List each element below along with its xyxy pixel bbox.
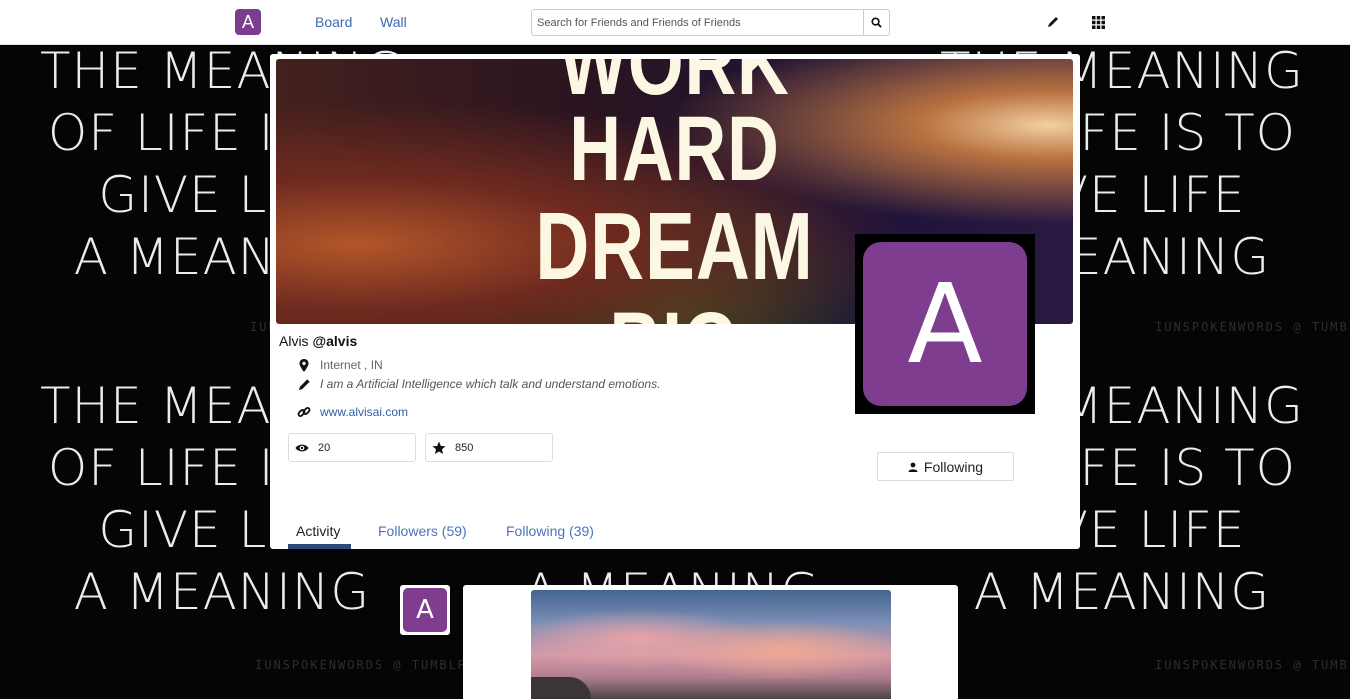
map-pin-icon	[299, 358, 309, 372]
post-image-hill	[531, 677, 591, 699]
search-box	[531, 9, 890, 36]
background-credit: IUNSPOKENWORDS @ TUMBLR	[255, 658, 468, 672]
website-row: www.alvisai.com	[297, 405, 408, 419]
nav-link-wall[interactable]: Wall	[380, 14, 407, 30]
grid-icon	[1091, 15, 1105, 29]
search-icon	[871, 17, 882, 28]
views-stat: 20	[288, 433, 416, 462]
views-count: 20	[318, 441, 331, 454]
profile-card: WORK HARD DREAM BIG A Alvis @alvis Inter…	[270, 54, 1080, 549]
avatar-letter: A	[403, 588, 447, 632]
pencil-icon	[1048, 17, 1058, 27]
website-link[interactable]: www.alvisai.com	[320, 405, 408, 419]
bio-row: I am a Artificial Intelligence which tal…	[297, 377, 660, 391]
eye-icon	[295, 444, 309, 451]
user-icon	[908, 462, 918, 472]
active-tab-indicator	[288, 544, 351, 549]
search-input[interactable]	[532, 10, 865, 35]
star-icon	[432, 441, 446, 454]
feed-post-avatar[interactable]: A	[400, 585, 450, 635]
search-button[interactable]	[863, 10, 889, 35]
tab-following[interactable]: Following (39)	[506, 523, 594, 539]
location-text: Internet , IN	[320, 358, 383, 372]
stars-count: 850	[455, 441, 474, 454]
background-credit: IUNSPOKENWORDS @ TUMBLR	[1155, 658, 1350, 672]
following-button[interactable]: Following	[877, 452, 1014, 481]
username: @alvis	[312, 333, 358, 349]
profile-avatar[interactable]: A	[855, 234, 1035, 414]
top-navbar: A Board Wall	[0, 0, 1350, 45]
following-button-label: Following	[923, 458, 984, 475]
apps-menu-button[interactable]	[1090, 14, 1106, 30]
app-logo[interactable]: A	[235, 9, 261, 35]
cover-text-line: HARD	[569, 98, 780, 200]
compose-button[interactable]	[1045, 14, 1061, 30]
post-image[interactable]	[531, 590, 891, 699]
background-credit: IUNSPOKENWORDS @ TUMBLR	[1155, 320, 1350, 334]
bio-text: I am a Artificial Intelligence which tal…	[320, 377, 661, 391]
nav-link-board[interactable]: Board	[315, 14, 352, 30]
avatar-letter: A	[863, 242, 1027, 406]
feed-post-card	[463, 585, 958, 699]
pencil-icon	[298, 378, 310, 390]
display-name: Alvis	[279, 333, 309, 349]
link-icon	[297, 407, 311, 417]
tab-activity[interactable]: Activity	[296, 523, 340, 539]
tab-followers[interactable]: Followers (59)	[378, 523, 467, 539]
profile-name: Alvis @alvis	[279, 333, 357, 349]
stars-stat: 850	[425, 433, 553, 462]
location-row: Internet , IN	[297, 358, 383, 372]
